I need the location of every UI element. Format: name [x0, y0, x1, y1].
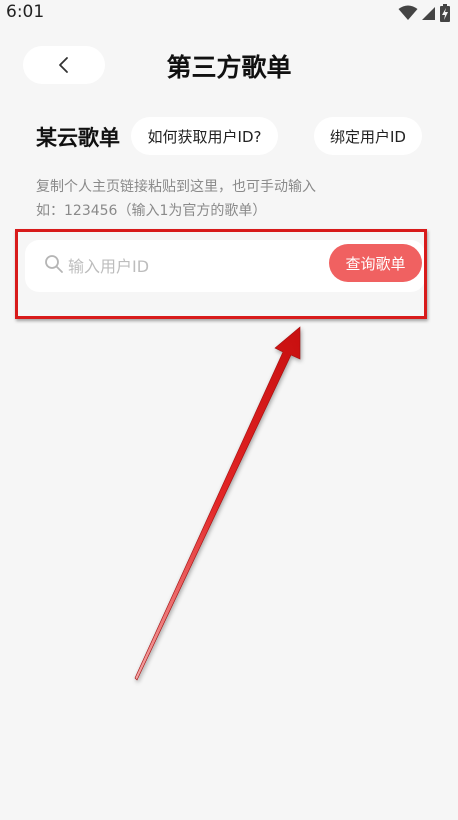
arrow-annotation: [134, 326, 301, 681]
